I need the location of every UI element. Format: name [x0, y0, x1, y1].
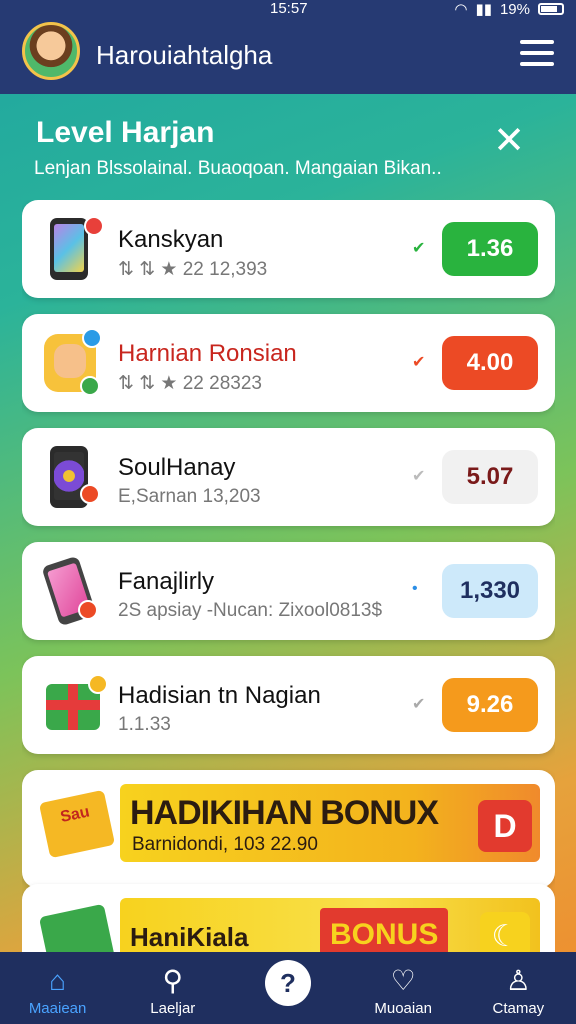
signal-icon: ▮▮ [475, 1, 492, 18]
item-name: SoulHanay [118, 454, 236, 481]
check-icon: ✔ [412, 240, 426, 257]
bonus-card[interactable]: Sau HADIKIHAN BONUX Barnidondi, 103 22.9… [22, 770, 555, 888]
bonus-badge: BONUS [320, 908, 449, 952]
price-button[interactable]: 4.00 [442, 336, 538, 390]
price-button[interactable]: 1.36 [442, 222, 538, 276]
list-item[interactable]: Harnian Ronsian ⇅ ⇅ ★ 22 28323 ✔ 4.00 [22, 314, 555, 412]
nav-label: Laeljar [150, 1000, 196, 1017]
nav-center-action[interactable]: ? [238, 952, 338, 1008]
item-name: Kanskyan [118, 226, 224, 253]
bonus-banner[interactable]: HaniKiala BONUS ☾ [120, 898, 540, 952]
list-item[interactable]: Kanskyan ⇅ ⇅ ★ 22 12,393 ✔ 1.36 [22, 200, 555, 298]
search-icon: ⚲ [162, 965, 184, 996]
moon-icon[interactable]: ☾ [480, 912, 530, 952]
nav-label: Muoaian [374, 1000, 432, 1017]
price-button[interactable]: 1,330 [442, 564, 538, 618]
wifi-icon: ◠ [454, 1, 468, 18]
status-bar: 15:57 ◠ ▮▮ 19% [0, 0, 576, 20]
tablet-app-icon [38, 555, 108, 627]
battery-percent: 19% [499, 0, 530, 18]
ticket-icon: Sau [38, 789, 116, 859]
app-header: Harouiahtalgha [0, 20, 576, 94]
chevron-down-icon: ✔ [412, 468, 426, 485]
offer-list: Kanskyan ⇅ ⇅ ★ 22 12,393 ✔ 1.36 Harnian … [22, 200, 555, 952]
app-title: Harouiahtalgha [96, 40, 273, 70]
menu-button[interactable] [520, 40, 554, 66]
bonus-title: HADIKIHAN BONUX [130, 794, 439, 832]
home-icon: ⌂ [49, 965, 67, 996]
bonus-title: HaniKiala [130, 922, 249, 952]
item-meta: ⇅ ⇅ ★ 22 28323 [118, 373, 262, 394]
status-icons: ◠ ▮▮ 19% [454, 0, 564, 18]
chevron-down-icon: • [412, 580, 418, 597]
price-button[interactable]: 9.26 [442, 678, 538, 732]
gift-icon [38, 670, 108, 740]
character-app-icon [38, 328, 108, 398]
avatar[interactable] [22, 22, 80, 80]
center-action-icon: ? [264, 960, 311, 1006]
nav-home[interactable]: ⌂ Maaiean [8, 952, 108, 1017]
bonus-card[interactable]: HaniKiala BONUS ☾ [22, 884, 555, 952]
profile-icon: ♙ [505, 965, 531, 996]
hamburger-icon [520, 40, 554, 44]
chevron-down-icon: ✔ [412, 696, 426, 713]
item-meta: ⇅ ⇅ ★ 22 12,393 [118, 259, 268, 280]
check-icon: ✔ [412, 354, 426, 371]
item-name: Harnian Ronsian [118, 340, 297, 367]
close-button[interactable]: ✕ [492, 122, 526, 160]
item-name: Hadisian tn Nagian [118, 682, 321, 709]
phone-app-icon [38, 442, 108, 512]
nav-search[interactable]: ⚲ Laeljar [123, 952, 223, 1017]
item-name: Fanajlirly [118, 568, 215, 595]
list-item[interactable]: SoulHanay E,Sarnan 13,203 ✔ 5.07 [22, 428, 555, 526]
item-meta: 2S apsiay -Nucan: Zixool0813$ [118, 600, 383, 621]
bottom-navigation: ⌂ Maaiean ⚲ Laeljar ? ♡ Muoaian ♙ Ctamay [0, 952, 576, 1024]
bonus-action-button[interactable]: D [478, 800, 532, 852]
phone-app-icon [38, 214, 108, 284]
nav-favorites[interactable]: ♡ Muoaian [353, 952, 453, 1017]
page-subtitle: Lenjan Blssolainal. Buaoqoan. Mangaian B… [34, 158, 442, 179]
nav-label: Maaiean [28, 1000, 87, 1017]
heart-icon: ♡ [390, 965, 416, 996]
price-button[interactable]: 5.07 [442, 450, 538, 504]
close-icon: ✕ [493, 120, 525, 162]
page-title: Level Harjan [36, 116, 215, 149]
list-item[interactable]: Fanajlirly 2S apsiay -Nucan: Zixool0813$… [22, 542, 555, 640]
list-item[interactable]: Hadisian tn Nagian 1.1.33 ✔ 9.26 [22, 656, 555, 754]
ticket-icon [38, 903, 116, 952]
nav-profile[interactable]: ♙ Ctamay [468, 952, 568, 1017]
bonus-banner[interactable]: HADIKIHAN BONUX Barnidondi, 103 22.90 D [120, 784, 540, 862]
item-meta: E,Sarnan 13,203 [118, 486, 261, 507]
item-meta: 1.1.33 [118, 714, 171, 735]
nav-label: Ctamay [492, 1000, 545, 1017]
status-time: 15:57 [270, 0, 308, 17]
battery-icon [538, 3, 564, 15]
bonus-subtitle: Barnidondi, 103 22.90 [132, 834, 318, 855]
